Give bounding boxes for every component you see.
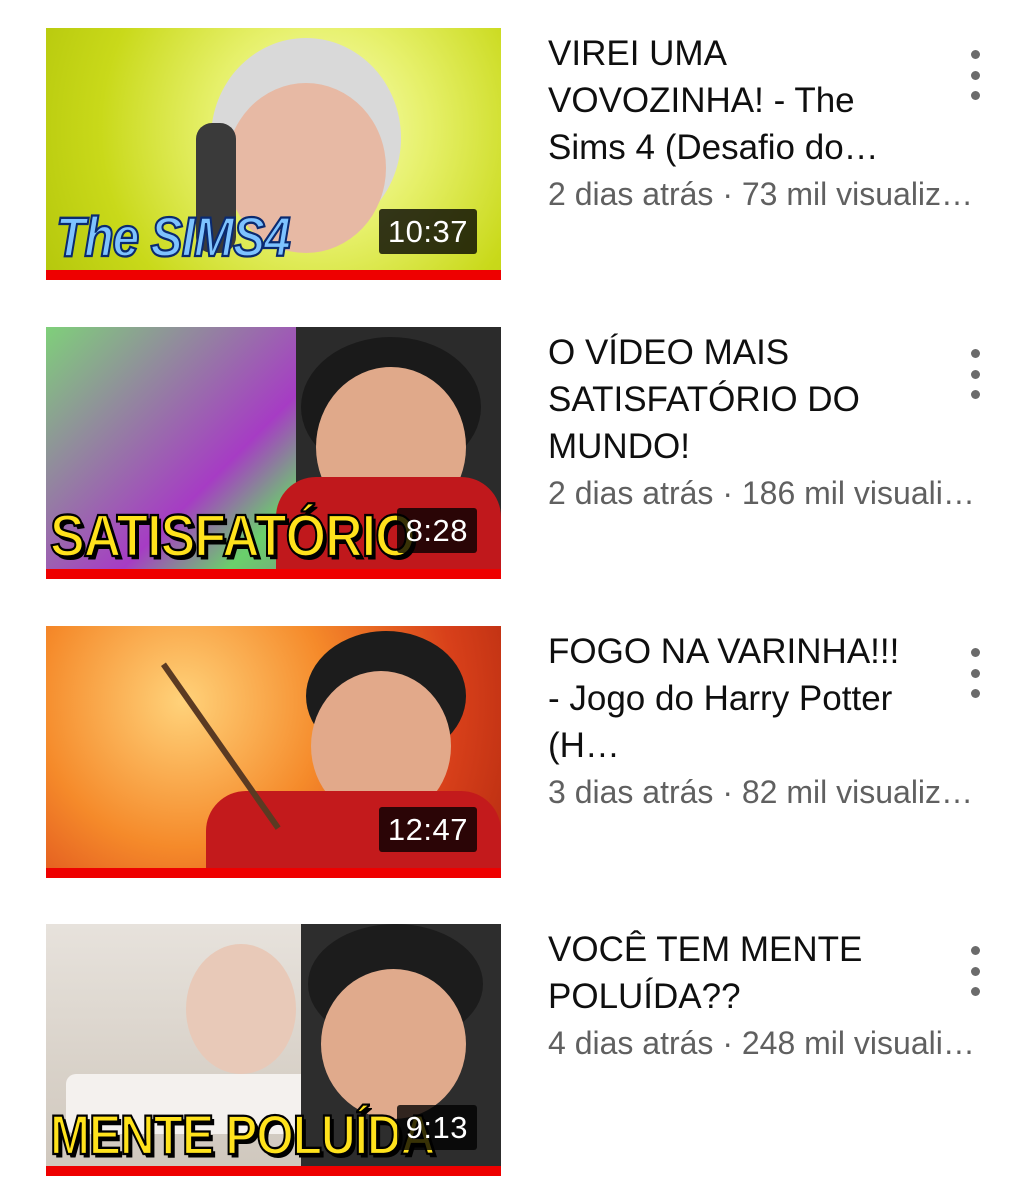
video-meta: 4 dias atrás · 248 mil visualizações: [548, 1025, 978, 1061]
video-meta: 2 dias atrás · 186 mil visualizações: [548, 475, 978, 511]
video-list-item[interactable]: SATISFATÓRIO 8:28 O VÍDEO MAIS SATISFATÓ…: [0, 327, 1026, 587]
more-vert-icon[interactable]: [958, 50, 992, 100]
watched-progress-bar: [46, 868, 501, 878]
video-thumbnail[interactable]: SATISFATÓRIO 8:28: [46, 327, 501, 579]
thumbnail-caption: MENTE POLUÍDA: [49, 1105, 436, 1168]
thumbnail-caption: SATISFATÓRIO: [49, 502, 417, 571]
video-list-item[interactable]: 12:47 FOGO NA VARINHA!!! - Jogo do Harry…: [0, 626, 1026, 886]
video-meta: 3 dias atrás · 82 mil visualizações: [548, 774, 978, 810]
watched-progress-bar: [46, 270, 501, 280]
video-list-item[interactable]: The SIMS4 10:37 VIREI UMA VOVOZINHA! - T…: [0, 28, 1026, 288]
video-meta: 2 dias atrás · 73 mil visualizações: [548, 176, 978, 212]
video-title[interactable]: VOCÊ TEM MENTE POLUÍDA??: [548, 926, 908, 1020]
video-thumbnail[interactable]: MENTE POLUÍDA 9:13: [46, 924, 501, 1176]
video-title[interactable]: O VÍDEO MAIS SATISFATÓRIO DO MUNDO!: [548, 329, 908, 470]
video-duration: 10:37: [378, 209, 477, 254]
video-duration: 12:47: [378, 807, 477, 852]
more-vert-icon[interactable]: [958, 349, 992, 399]
video-thumbnail[interactable]: The SIMS4 10:37: [46, 28, 501, 280]
thumbnail-caption: The SIMS4: [55, 207, 292, 270]
video-title[interactable]: FOGO NA VARINHA!!! - Jogo do Harry Potte…: [548, 628, 908, 769]
thumbnail-face: [321, 969, 466, 1119]
video-duration: 8:28: [396, 508, 477, 553]
watched-progress-bar: [46, 1166, 501, 1176]
video-list-item[interactable]: MENTE POLUÍDA 9:13 VOCÊ TEM MENTE POLUÍD…: [0, 924, 1026, 1184]
more-vert-icon[interactable]: [958, 946, 992, 996]
video-duration: 9:13: [396, 1105, 477, 1150]
video-thumbnail[interactable]: 12:47: [46, 626, 501, 878]
bathtub-person: [186, 944, 296, 1074]
more-vert-icon[interactable]: [958, 648, 992, 698]
watched-progress-bar: [46, 569, 501, 579]
video-title[interactable]: VIREI UMA VOVOZINHA! - The Sims 4 (Desaf…: [548, 30, 908, 171]
